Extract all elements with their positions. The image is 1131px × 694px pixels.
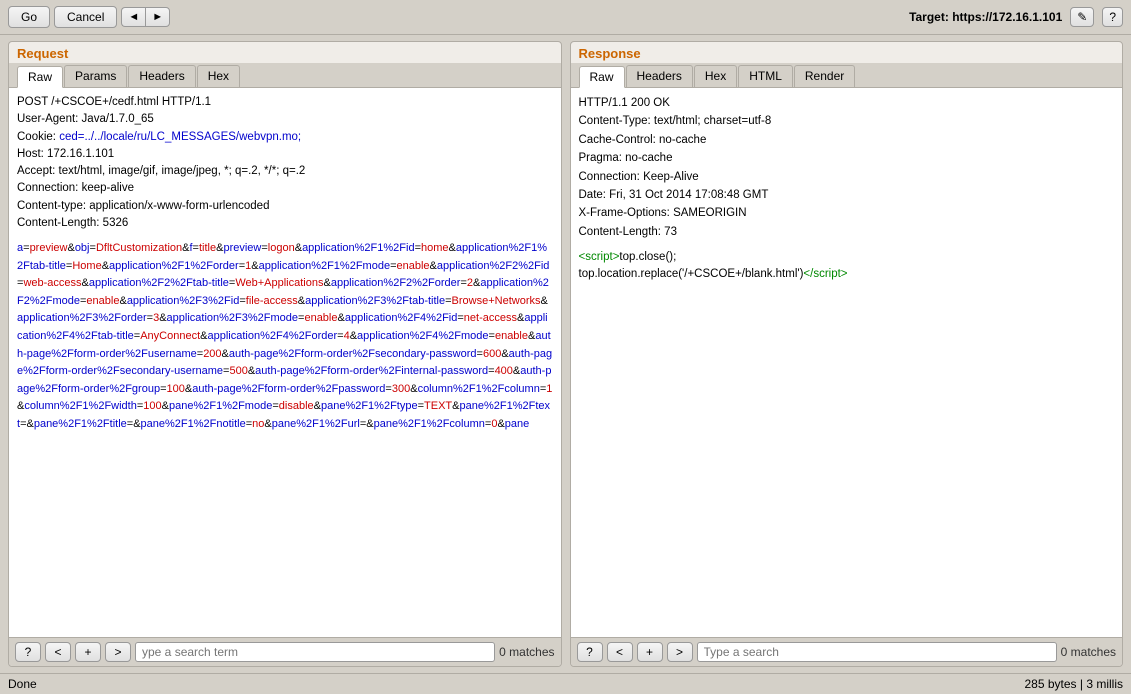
status-right: 285 bytes | 3 millis xyxy=(1025,677,1124,691)
help-button[interactable]: ? xyxy=(1102,7,1123,27)
response-footer: ? < + > 0 matches xyxy=(571,637,1123,666)
tab-params[interactable]: Params xyxy=(64,65,127,87)
tab-headers-response[interactable]: Headers xyxy=(626,65,693,87)
response-header-line: Date: Fri, 31 Oct 2014 17:08:48 GMT xyxy=(579,186,1115,204)
request-content[interactable]: POST /+CSCOE+/cedf.html HTTP/1.1 User-Ag… xyxy=(9,88,561,637)
response-body-line2: top.location.replace('/+CSCOE+/blank.htm… xyxy=(579,266,1115,283)
request-headers: POST /+CSCOE+/cedf.html HTTP/1.1 User-Ag… xyxy=(17,94,553,232)
request-search-input[interactable] xyxy=(135,642,495,662)
response-body-line1: <script>top.close(); xyxy=(579,249,1115,266)
request-add-button[interactable]: + xyxy=(75,642,101,662)
nav-buttons: ◄ ► xyxy=(121,7,170,27)
tab-raw-response[interactable]: Raw xyxy=(579,66,625,88)
response-prev-button[interactable]: < xyxy=(607,642,633,662)
go-button[interactable]: Go xyxy=(8,6,50,28)
cancel-button[interactable]: Cancel xyxy=(54,6,117,28)
tab-html-response[interactable]: HTML xyxy=(738,65,793,87)
request-tabs: Raw Params Headers Hex xyxy=(9,63,561,88)
response-next-button[interactable]: > xyxy=(667,642,693,662)
response-tabs: Raw Headers Hex HTML Render xyxy=(571,63,1123,88)
nav-back-button[interactable]: ◄ xyxy=(121,7,145,27)
request-prev-button[interactable]: < xyxy=(45,642,71,662)
response-header-line: Connection: Keep-Alive xyxy=(579,168,1115,186)
request-header-line: Content-type: application/x-www-form-url… xyxy=(17,198,553,215)
request-header-line: POST /+CSCOE+/cedf.html HTTP/1.1 xyxy=(17,94,553,111)
response-add-button[interactable]: + xyxy=(637,642,663,662)
response-body: <script>top.close(); top.location.replac… xyxy=(579,249,1115,284)
cookie-link[interactable]: ced=../../locale/ru/LC_MESSAGES/webvpn.m… xyxy=(59,131,301,143)
nav-fwd-button[interactable]: ► xyxy=(145,7,170,27)
request-body: a=preview&obj=DfltCustomization&f=title&… xyxy=(17,240,553,434)
request-header-line: User-Agent: Java/1.7.0_65 xyxy=(17,111,553,128)
request-match-count: 0 matches xyxy=(499,645,554,659)
response-panel: Response Raw Headers Hex HTML Render HTT… xyxy=(570,41,1124,667)
toolbar: Go Cancel ◄ ► Target: https://172.16.1.1… xyxy=(0,0,1131,35)
tab-hex-request[interactable]: Hex xyxy=(197,65,240,87)
target-url: https://172.16.1.101 xyxy=(952,10,1062,24)
edit-target-button[interactable]: ✎ xyxy=(1070,7,1094,27)
response-panel-title: Response xyxy=(571,42,1123,63)
response-header-line: HTTP/1.1 200 OK xyxy=(579,94,1115,112)
tab-render-response[interactable]: Render xyxy=(794,65,855,87)
request-footer: ? < + > 0 matches xyxy=(9,637,561,666)
response-content[interactable]: HTTP/1.1 200 OK Content-Type: text/html;… xyxy=(571,88,1123,637)
response-headers: HTTP/1.1 200 OK Content-Type: text/html;… xyxy=(579,94,1115,241)
request-panel: Request Raw Params Headers Hex POST /+CS… xyxy=(8,41,562,667)
request-header-line: Content-Length: 5326 xyxy=(17,215,553,232)
tab-hex-response[interactable]: Hex xyxy=(694,65,737,87)
response-match-count: 0 matches xyxy=(1061,645,1116,659)
request-header-line: Host: 172.16.1.101 xyxy=(17,146,553,163)
target-label: Target: https://172.16.1.101 xyxy=(909,10,1062,24)
response-header-line: Cache-Control: no-cache xyxy=(579,131,1115,149)
request-panel-title: Request xyxy=(9,42,561,63)
tab-raw-request[interactable]: Raw xyxy=(17,66,63,88)
response-header-line: Content-Type: text/html; charset=utf-8 xyxy=(579,112,1115,130)
response-header-line: Pragma: no-cache xyxy=(579,149,1115,167)
response-header-line: X-Frame-Options: SAMEORIGIN xyxy=(579,204,1115,222)
request-header-cookie: Cookie: ced=../../locale/ru/LC_MESSAGES/… xyxy=(17,129,553,146)
response-help-button[interactable]: ? xyxy=(577,642,603,662)
response-search-input[interactable] xyxy=(697,642,1057,662)
status-left: Done xyxy=(8,677,37,691)
request-help-button[interactable]: ? xyxy=(15,642,41,662)
status-bar: Done 285 bytes | 3 millis xyxy=(0,673,1131,694)
request-next-button[interactable]: > xyxy=(105,642,131,662)
tab-headers-request[interactable]: Headers xyxy=(128,65,195,87)
request-header-line: Connection: keep-alive xyxy=(17,180,553,197)
response-header-line: Content-Length: 73 xyxy=(579,223,1115,241)
main-area: Request Raw Params Headers Hex POST /+CS… xyxy=(0,35,1131,673)
request-header-line: Accept: text/html, image/gif, image/jpeg… xyxy=(17,163,553,180)
